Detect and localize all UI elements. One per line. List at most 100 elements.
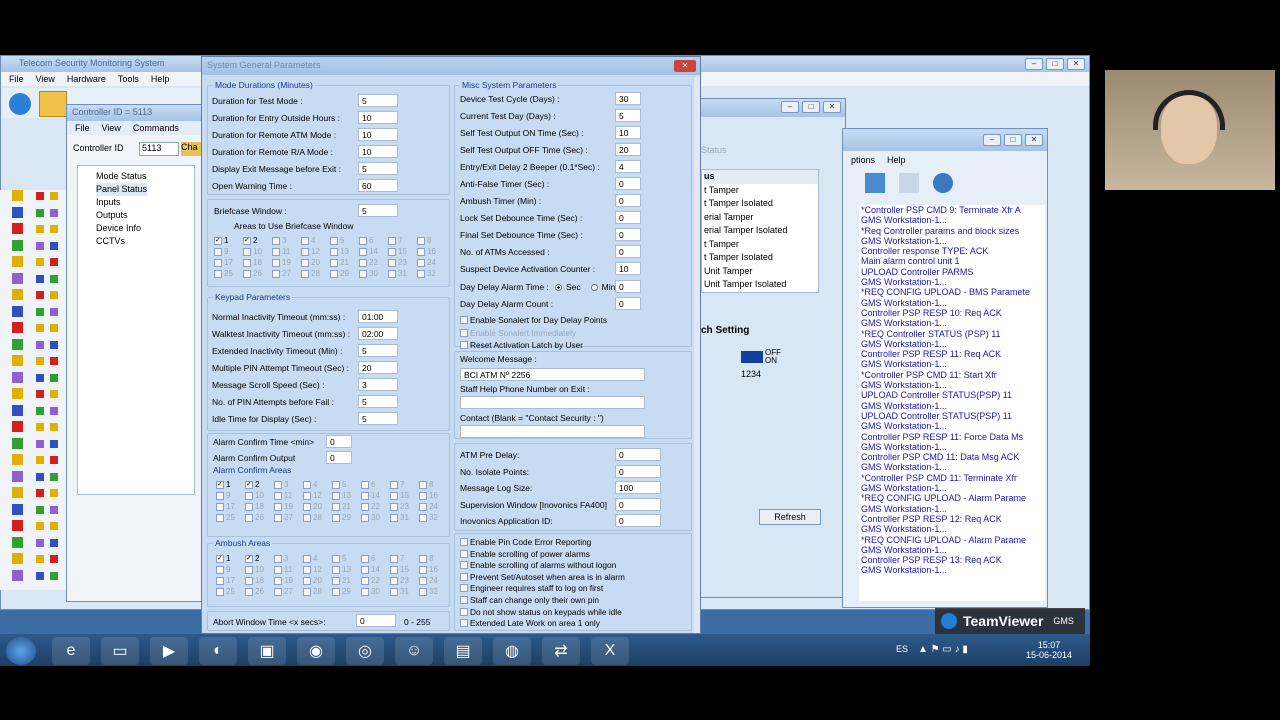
- min-radio[interactable]: [590, 283, 598, 291]
- area-checkbox[interactable]: 22: [361, 576, 390, 585]
- point-icon[interactable]: [36, 307, 44, 316]
- network-icon[interactable]: [933, 173, 953, 193]
- print-icon[interactable]: [899, 173, 919, 193]
- point-icon[interactable]: [36, 456, 44, 464]
- param-field[interactable]: 0: [615, 448, 661, 461]
- option-checkbox[interactable]: Enable scrolling of alarms without logon: [460, 560, 616, 570]
- point-icon[interactable]: [12, 322, 23, 333]
- option-checkbox[interactable]: Enable scrolling of power alarms: [460, 549, 590, 559]
- area-checkbox[interactable]: 7: [388, 236, 417, 245]
- chat-icon[interactable]: ☺: [395, 637, 433, 665]
- misc-option-checkbox[interactable]: Enable Sonalert Immediately: [460, 328, 576, 338]
- save-icon[interactable]: [865, 173, 885, 193]
- point-icon[interactable]: [50, 505, 58, 514]
- point-icon[interactable]: [50, 208, 58, 217]
- area-checkbox[interactable]: 15: [390, 491, 419, 500]
- point-icon[interactable]: [50, 291, 58, 299]
- area-checkbox[interactable]: 4: [303, 480, 332, 489]
- area-checkbox[interactable]: 23: [390, 502, 419, 511]
- area-checkbox[interactable]: 21: [332, 502, 361, 511]
- point-icon[interactable]: [50, 357, 58, 365]
- param-field[interactable]: 0: [615, 245, 641, 258]
- area-checkbox[interactable]: 4: [303, 554, 332, 563]
- area-checkbox[interactable]: 19: [274, 576, 303, 585]
- param-field[interactable]: 5: [358, 395, 398, 408]
- area-checkbox[interactable]: 20: [301, 258, 330, 267]
- globe-icon[interactable]: [9, 93, 31, 115]
- param-field[interactable]: 5: [615, 109, 641, 122]
- point-icon[interactable]: [50, 340, 58, 349]
- area-checkbox[interactable]: 16: [417, 247, 446, 256]
- menu-item[interactable]: Hardware: [67, 74, 106, 84]
- menu-item[interactable]: Tools: [118, 74, 139, 84]
- day-delay-alarm-time-field[interactable]: 0: [615, 280, 641, 293]
- point-icon[interactable]: [50, 274, 58, 283]
- status-item[interactable]: erial Tamper Isolated: [704, 224, 818, 238]
- area-checkbox[interactable]: 28: [301, 269, 330, 278]
- staff-help-phone-field[interactable]: [460, 396, 645, 409]
- point-icon[interactable]: [36, 357, 44, 365]
- param-field[interactable]: 4: [615, 160, 641, 173]
- point-icon[interactable]: [36, 522, 44, 530]
- area-checkbox[interactable]: 31: [390, 587, 419, 596]
- sec-radio[interactable]: [555, 283, 562, 291]
- tree-item[interactable]: CCTVs: [96, 235, 194, 248]
- area-checkbox[interactable]: 10: [245, 491, 274, 500]
- menu-item[interactable]: Commands: [133, 123, 179, 133]
- param-field[interactable]: 0: [615, 211, 641, 224]
- point-icon[interactable]: [12, 206, 23, 218]
- area-checkbox[interactable]: 7: [390, 554, 419, 563]
- close-button[interactable]: ✕: [1067, 58, 1085, 70]
- point-icon[interactable]: [36, 423, 44, 431]
- point-icon[interactable]: [12, 223, 23, 234]
- point-icon[interactable]: [50, 456, 58, 464]
- point-icon[interactable]: [36, 390, 44, 398]
- point-icon[interactable]: [12, 536, 23, 548]
- area-checkbox[interactable]: 23: [390, 576, 419, 585]
- area-checkbox[interactable]: 12: [303, 565, 332, 574]
- area-checkbox[interactable]: 23: [388, 258, 417, 267]
- area-checkbox[interactable]: 32: [417, 269, 446, 278]
- area-checkbox[interactable]: 18: [245, 502, 274, 511]
- area-checkbox[interactable]: 15: [388, 247, 417, 256]
- clock[interactable]: 15:07 15-06-2014: [1026, 640, 1072, 660]
- menu-item[interactable]: ptions: [851, 155, 875, 165]
- point-icon[interactable]: [50, 439, 58, 448]
- param-field[interactable]: 10: [615, 126, 641, 139]
- area-checkbox[interactable]: 13: [332, 491, 361, 500]
- teamviewer-icon[interactable]: ⇄: [542, 637, 580, 665]
- area-checkbox[interactable]: 16: [419, 565, 448, 574]
- area-checkbox[interactable]: 15: [390, 565, 419, 574]
- abort-window-field[interactable]: 0: [356, 614, 396, 627]
- area-checkbox[interactable]: 9: [214, 247, 243, 256]
- param-field[interactable]: 01:00: [358, 310, 398, 323]
- area-checkbox[interactable]: 9: [216, 565, 245, 574]
- option-checkbox[interactable]: Engineer requires staff to log on first: [460, 583, 603, 593]
- contact-field[interactable]: [460, 425, 645, 438]
- close-button[interactable]: ✕: [823, 101, 841, 113]
- point-icon[interactable]: [36, 291, 44, 299]
- area-checkbox[interactable]: 30: [361, 513, 390, 522]
- area-checkbox[interactable]: 10: [245, 565, 274, 574]
- point-icon[interactable]: [50, 225, 58, 233]
- point-icon[interactable]: [50, 307, 58, 316]
- menu-item[interactable]: Help: [151, 74, 170, 84]
- misc-option-checkbox[interactable]: Reset Activation Latch by User: [460, 340, 583, 350]
- point-icon[interactable]: [36, 241, 44, 250]
- param-field[interactable]: 10: [358, 128, 398, 141]
- option-checkbox[interactable]: Prevent Set/Autoset when area is in alar…: [460, 572, 625, 582]
- point-icon[interactable]: [36, 439, 44, 448]
- area-checkbox[interactable]: 14: [361, 565, 390, 574]
- controller-id-field[interactable]: 5113: [139, 142, 179, 156]
- area-checkbox[interactable]: 3: [274, 554, 303, 563]
- area-checkbox[interactable]: 3: [272, 236, 301, 245]
- area-checkbox[interactable]: 28: [303, 513, 332, 522]
- param-field[interactable]: 0: [615, 464, 661, 478]
- area-checkbox[interactable]: ✓ 2: [243, 236, 272, 245]
- area-checkbox[interactable]: 8: [417, 236, 446, 245]
- param-field[interactable]: 5: [358, 162, 398, 175]
- area-checkbox[interactable]: 14: [359, 247, 388, 256]
- area-checkbox[interactable]: 16: [419, 491, 448, 500]
- area-checkbox[interactable]: 27: [274, 513, 303, 522]
- close-button[interactable]: ✕: [1025, 134, 1043, 146]
